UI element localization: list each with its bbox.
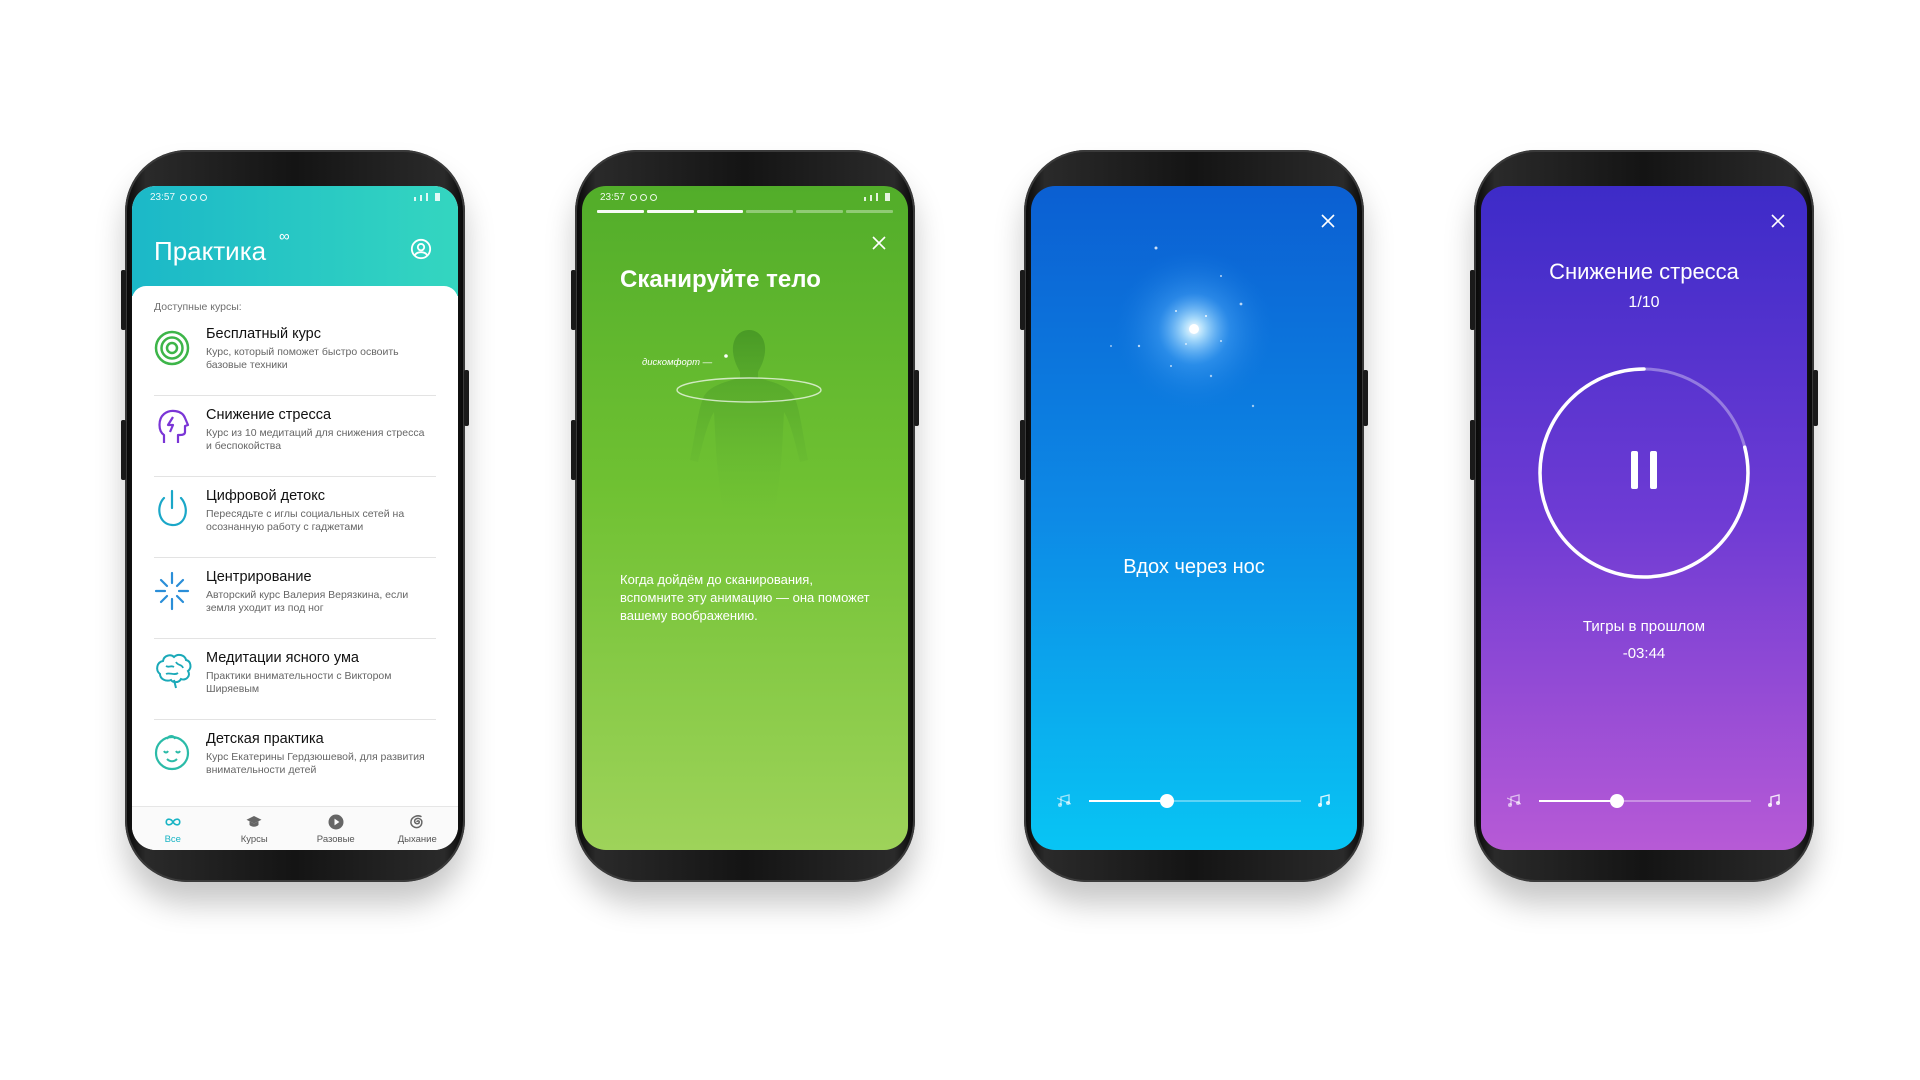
course-item-kids[interactable]: Детская практика Курс Екатерины Гердзюше…: [154, 721, 436, 801]
music-note-muted-icon: [1507, 794, 1521, 807]
progress-segment: [597, 210, 644, 213]
music-note-icon: [1318, 794, 1330, 807]
volume-fill: [1539, 800, 1618, 802]
tab-label: Все: [164, 834, 181, 845]
course-title: Цифровой детокс: [206, 488, 325, 504]
screen-title: Сканируйте тело: [620, 266, 821, 293]
graduation-cap-icon: [246, 816, 262, 827]
course-title: Центрирование: [206, 569, 312, 585]
course-title: Детская практика: [206, 731, 324, 747]
section-label: Доступные курсы:: [154, 301, 242, 313]
app-title: Практика: [154, 236, 267, 266]
close-icon[interactable]: [1771, 214, 1785, 228]
close-icon[interactable]: [1321, 214, 1335, 228]
volume-slider[interactable]: [1057, 792, 1331, 810]
tab-label: Курсы: [240, 834, 268, 845]
course-description: Практики внимательности с Виктором Ширяе…: [206, 670, 392, 695]
phone-mockup-player: Снижение стресса 1/10 Тигры в прошлом -0…: [1470, 150, 1818, 882]
course-description: Авторский курс Валерия Верязкина, если з…: [206, 589, 409, 614]
music-note-muted-icon: [1057, 794, 1071, 807]
track-name: Тигры в прошлом: [1582, 618, 1706, 635]
head-bolt-icon: [158, 409, 190, 443]
infinity-icon: [165, 818, 181, 826]
burst-icon: [154, 571, 190, 611]
tab-breathing[interactable]: Дыхание: [377, 807, 459, 850]
course-item-free[interactable]: Бесплатный курс Курс, который поможет бы…: [154, 316, 436, 396]
player-screen: Снижение стресса 1/10 Тигры в прошлом -0…: [1481, 186, 1807, 850]
profile-icon[interactable]: [410, 238, 432, 260]
phone-mockup-breathing: Вдох через нос: [1020, 150, 1368, 882]
power-icon: [158, 489, 187, 527]
figure-label: дискомфорт —: [642, 357, 713, 368]
baby-face-icon: [154, 735, 190, 771]
course-title: Бесплатный курс: [206, 326, 321, 342]
volume-track[interactable]: [1089, 794, 1301, 808]
progress-segment: [796, 210, 844, 213]
volume-fill: [1089, 800, 1168, 802]
music-note-icon: [1768, 794, 1780, 807]
tab-all[interactable]: Все: [132, 807, 214, 850]
remaining-time: -03:44: [1622, 645, 1666, 662]
breathing-screen: Вдох через нос: [1031, 186, 1357, 850]
tab-single[interactable]: Разовые: [295, 807, 377, 850]
infinity-mark: ∞: [279, 228, 290, 245]
close-icon[interactable]: [872, 236, 886, 250]
phone-mockup-courses: 23:57 Практика ∞ Доступные курсы: Беспла…: [121, 150, 469, 882]
bottom-tab-bar: Все Курсы Разовые Дыхание: [132, 806, 458, 850]
play-circle-icon: [328, 814, 344, 830]
story-progress: [597, 210, 893, 213]
course-title: Снижение стресса: [206, 407, 332, 423]
status-time: 23:57: [600, 191, 626, 203]
tab-label: Разовые: [316, 834, 355, 845]
progress-segment: [646, 210, 694, 213]
volume-slider[interactable]: [1507, 792, 1781, 810]
phone-mockup-body-scan: 23:57 Сканируйте тело дискомфорт — Когда…: [571, 150, 919, 882]
courses-list: Доступные курсы: Бесплатный курс Курс, к…: [132, 286, 458, 850]
pause-icon[interactable]: [1631, 451, 1657, 489]
progress-segment: [746, 210, 794, 213]
progress-segment: [696, 210, 744, 213]
course-description: Курс Екатерины Гердзюшевой, для развития…: [206, 751, 425, 776]
volume-knob[interactable]: [1160, 794, 1175, 808]
course-title: Снижение стресса: [1549, 259, 1739, 284]
status-bar: 23:57: [582, 186, 908, 208]
target-icon: [154, 330, 190, 366]
course-description: Курс из 10 медитаций для снижения стресс…: [206, 427, 425, 452]
volume-track[interactable]: [1539, 794, 1751, 808]
brain-icon: [156, 653, 192, 689]
tab-label: Дыхание: [397, 834, 437, 845]
star-cluster-illustration: [1110, 246, 1274, 409]
status-bar: 23:57: [132, 186, 458, 208]
header: 23:57 Практика ∞: [132, 186, 458, 296]
course-item-centering[interactable]: Центрирование Авторский курс Валерия Вер…: [154, 559, 436, 639]
progress-segment: [846, 210, 893, 213]
course-item-clear-mind[interactable]: Медитации ясного ума Практики внимательн…: [154, 640, 436, 720]
course-description: Пересядьте с иглы социальных сетей на ос…: [206, 508, 405, 533]
screen-body-text: Когда дойдём до сканирования, вспомните …: [620, 572, 870, 623]
tab-courses[interactable]: Курсы: [214, 807, 296, 850]
course-item-stress[interactable]: Снижение стресса Курс из 10 медитаций дл…: [154, 397, 436, 477]
spiral-icon: [410, 815, 423, 829]
body-scan-screen: 23:57 Сканируйте тело дискомфорт — Когда…: [582, 186, 908, 850]
courses-screen: 23:57 Практика ∞ Доступные курсы: Беспла…: [132, 186, 458, 850]
volume-knob[interactable]: [1610, 794, 1625, 808]
playback-progress-ring[interactable]: [1534, 363, 1754, 583]
session-counter: 1/10: [1628, 294, 1660, 311]
course-item-detox[interactable]: Цифровой детокс Пересядьте с иглы социал…: [154, 478, 436, 558]
status-time: 23:57: [150, 191, 176, 203]
breathing-instruction: Вдох через нос: [1123, 556, 1265, 578]
course-description: Курс, который поможет быстро освоить баз…: [206, 346, 399, 371]
course-title: Медитации ясного ума: [206, 650, 359, 666]
